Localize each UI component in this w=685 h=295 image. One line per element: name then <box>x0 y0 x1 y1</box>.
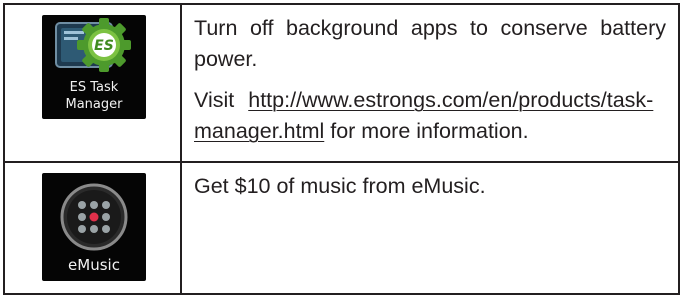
visit-prefix: Visit <box>194 88 235 112</box>
apps-table: ES ES Task Manager Turn off background a… <box>3 3 680 295</box>
table-row: eMusic Get $10 of music from eMusic. <box>3 161 680 295</box>
app-name-label: ES Task Manager <box>65 80 123 112</box>
app-description-cell: Turn off background apps to conserve bat… <box>180 3 680 163</box>
es-task-manager-app-tile: ES ES Task Manager <box>42 15 146 119</box>
app-description: Get $10 of music from eMusic. <box>194 174 486 198</box>
app-description-cell: Get $10 of music from eMusic. <box>180 161 680 295</box>
svg-text:ES: ES <box>94 38 114 54</box>
more-info-suffix: for more information. <box>324 119 529 143</box>
more-info-text: Visit http://www.estrongs.com/en/products… <box>194 85 666 147</box>
emusic-app-tile: eMusic <box>42 173 146 281</box>
table-row: ES ES Task Manager Turn off background a… <box>3 3 680 163</box>
app-icon-cell: ES ES Task Manager <box>3 3 182 163</box>
app-icon-cell: eMusic <box>3 161 182 295</box>
app-description: Turn off background apps to conserve bat… <box>194 16 666 71</box>
app-name-label: eMusic <box>68 256 120 274</box>
